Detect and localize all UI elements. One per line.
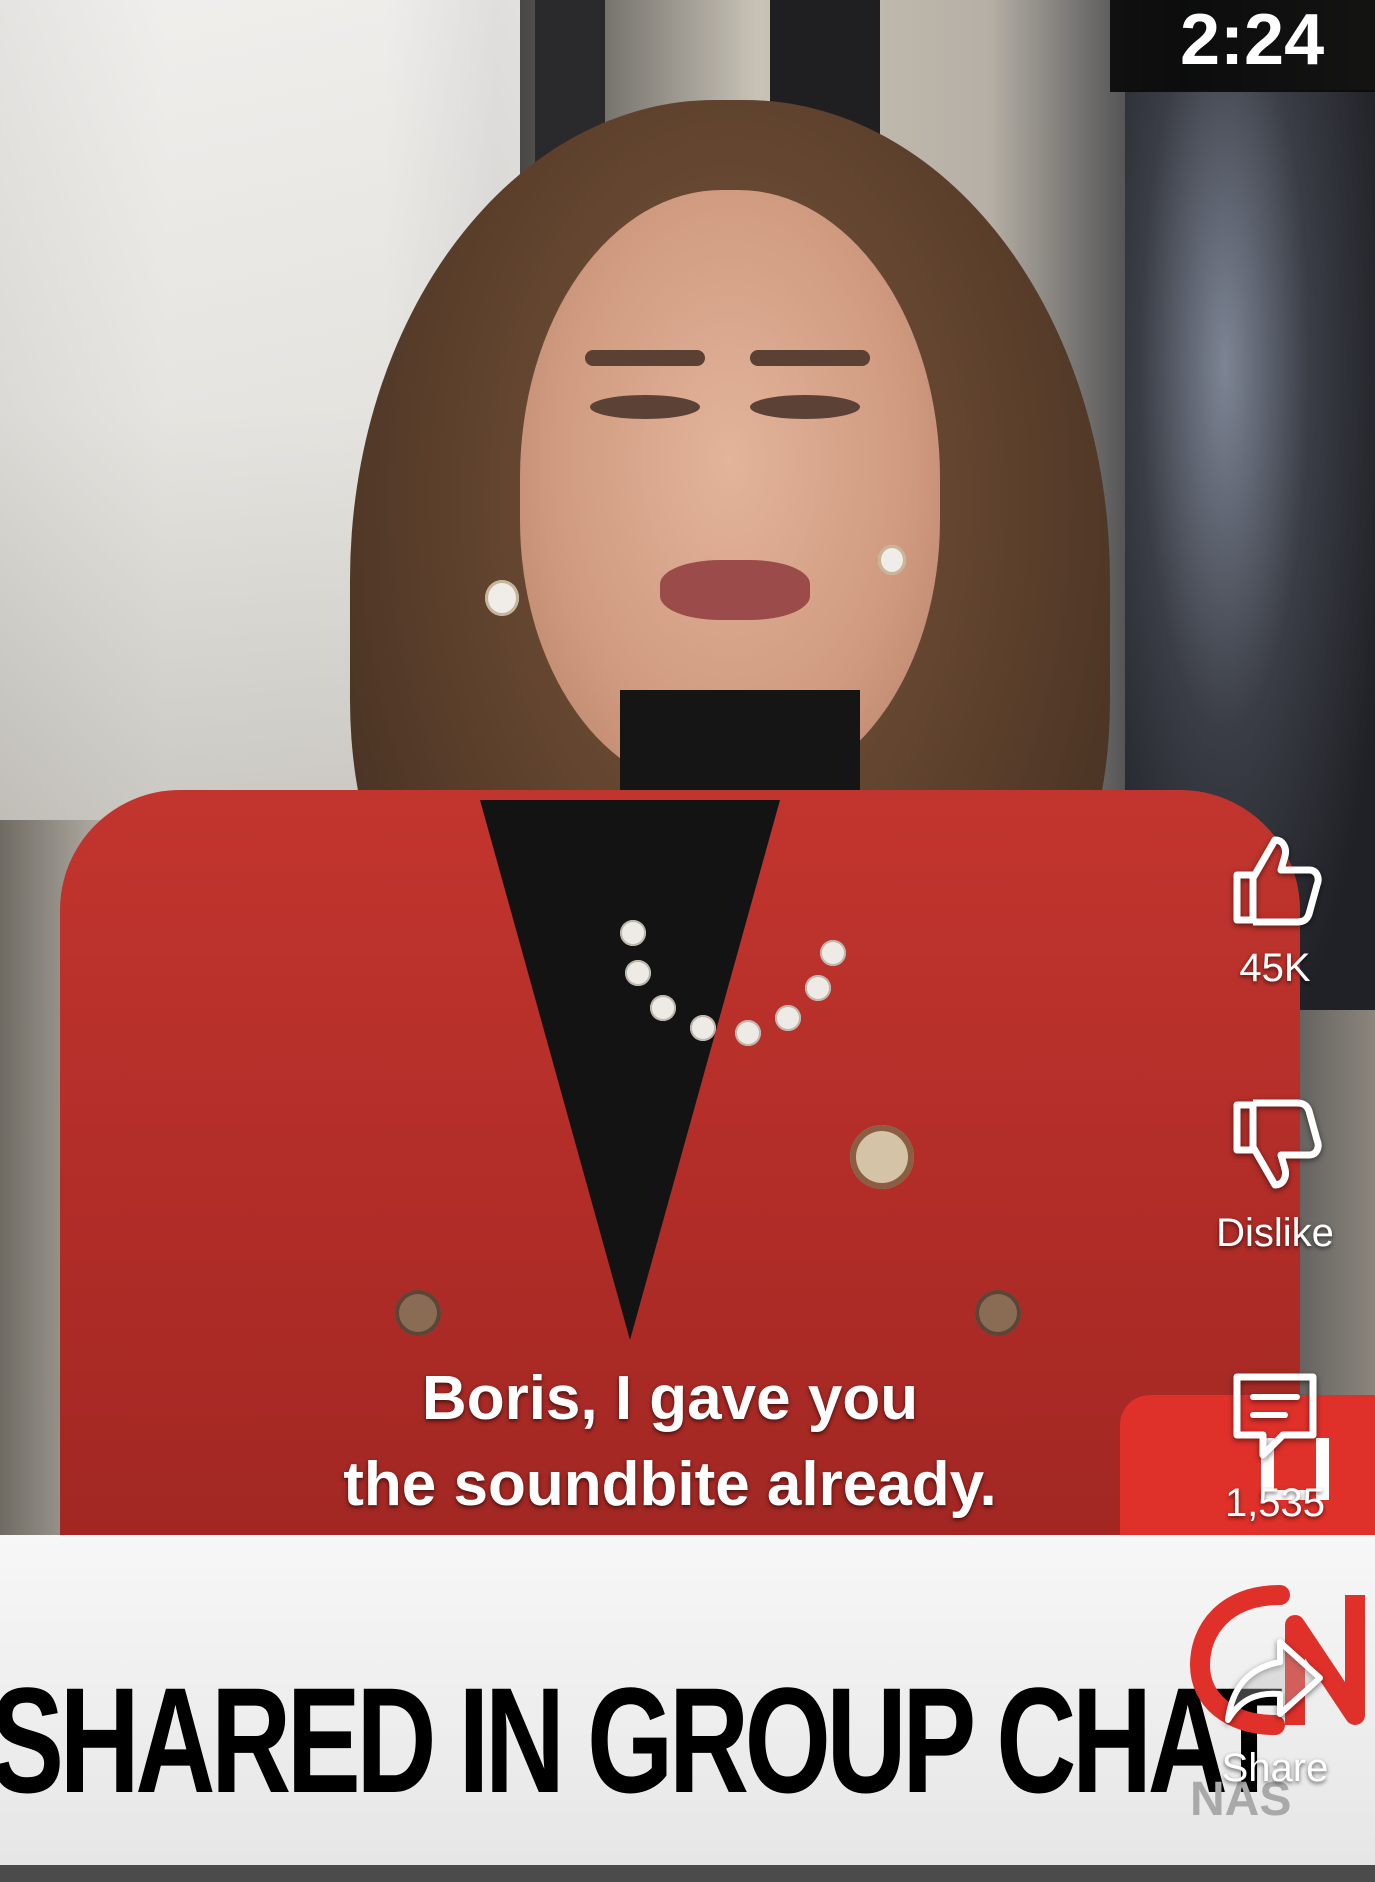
lapel-pin bbox=[850, 1125, 914, 1189]
video-caption: Boris, I gave you the soundbite already. bbox=[250, 1356, 1090, 1528]
thumbs-up-icon bbox=[1233, 836, 1322, 926]
comment-count: 1,535 bbox=[1224, 1481, 1326, 1525]
share-icon bbox=[1225, 1639, 1323, 1723]
share-button[interactable]: Share bbox=[1175, 1630, 1375, 1792]
pearl bbox=[650, 995, 676, 1021]
speaker-lapel bbox=[480, 800, 780, 1340]
pearl bbox=[775, 1005, 801, 1031]
action-rail: 45K Dislike 1,535 Share bbox=[1175, 820, 1375, 1820]
speaker-eye bbox=[590, 395, 700, 419]
video-player[interactable]: 2:24 Boris, I gave you the soundbite alr… bbox=[0, 0, 1375, 1882]
speaker-earring bbox=[485, 580, 519, 616]
broadcast-clock: 2:24 bbox=[1110, 0, 1375, 92]
thumbs-down-icon bbox=[1233, 1099, 1322, 1189]
caption-line-1: Boris, I gave you bbox=[421, 1364, 919, 1433]
jacket-button bbox=[975, 1290, 1021, 1336]
pearl bbox=[820, 940, 846, 966]
comment-icon bbox=[1233, 1373, 1317, 1459]
share-label: Share bbox=[1221, 1746, 1329, 1790]
banner-headline: SHARED IN GROUP CHAT bbox=[0, 1656, 1283, 1824]
like-count: 45K bbox=[1239, 946, 1311, 990]
pearl bbox=[625, 960, 651, 986]
jacket-button bbox=[395, 1290, 441, 1336]
dislike-label: Dislike bbox=[1216, 1211, 1334, 1255]
pearl bbox=[690, 1015, 716, 1041]
speaker-eye bbox=[750, 395, 860, 419]
comments-button[interactable]: 1,535 bbox=[1175, 1365, 1375, 1527]
dislike-button[interactable]: Dislike bbox=[1175, 1095, 1375, 1257]
pearl bbox=[735, 1020, 761, 1046]
news-banner: SHARED IN GROUP CHAT bbox=[0, 1535, 1375, 1865]
speaker-brow bbox=[585, 350, 705, 366]
like-button[interactable]: 45K bbox=[1175, 830, 1375, 992]
speaker bbox=[60, 100, 1300, 1590]
speaker-mouth bbox=[660, 560, 810, 620]
bottom-edge-bar bbox=[0, 1865, 1375, 1882]
pearl bbox=[805, 975, 831, 1001]
speaker-brow bbox=[750, 350, 870, 366]
speaker-earring bbox=[878, 545, 906, 575]
caption-line-2: the soundbite already. bbox=[343, 1450, 997, 1519]
pearl bbox=[620, 920, 646, 946]
